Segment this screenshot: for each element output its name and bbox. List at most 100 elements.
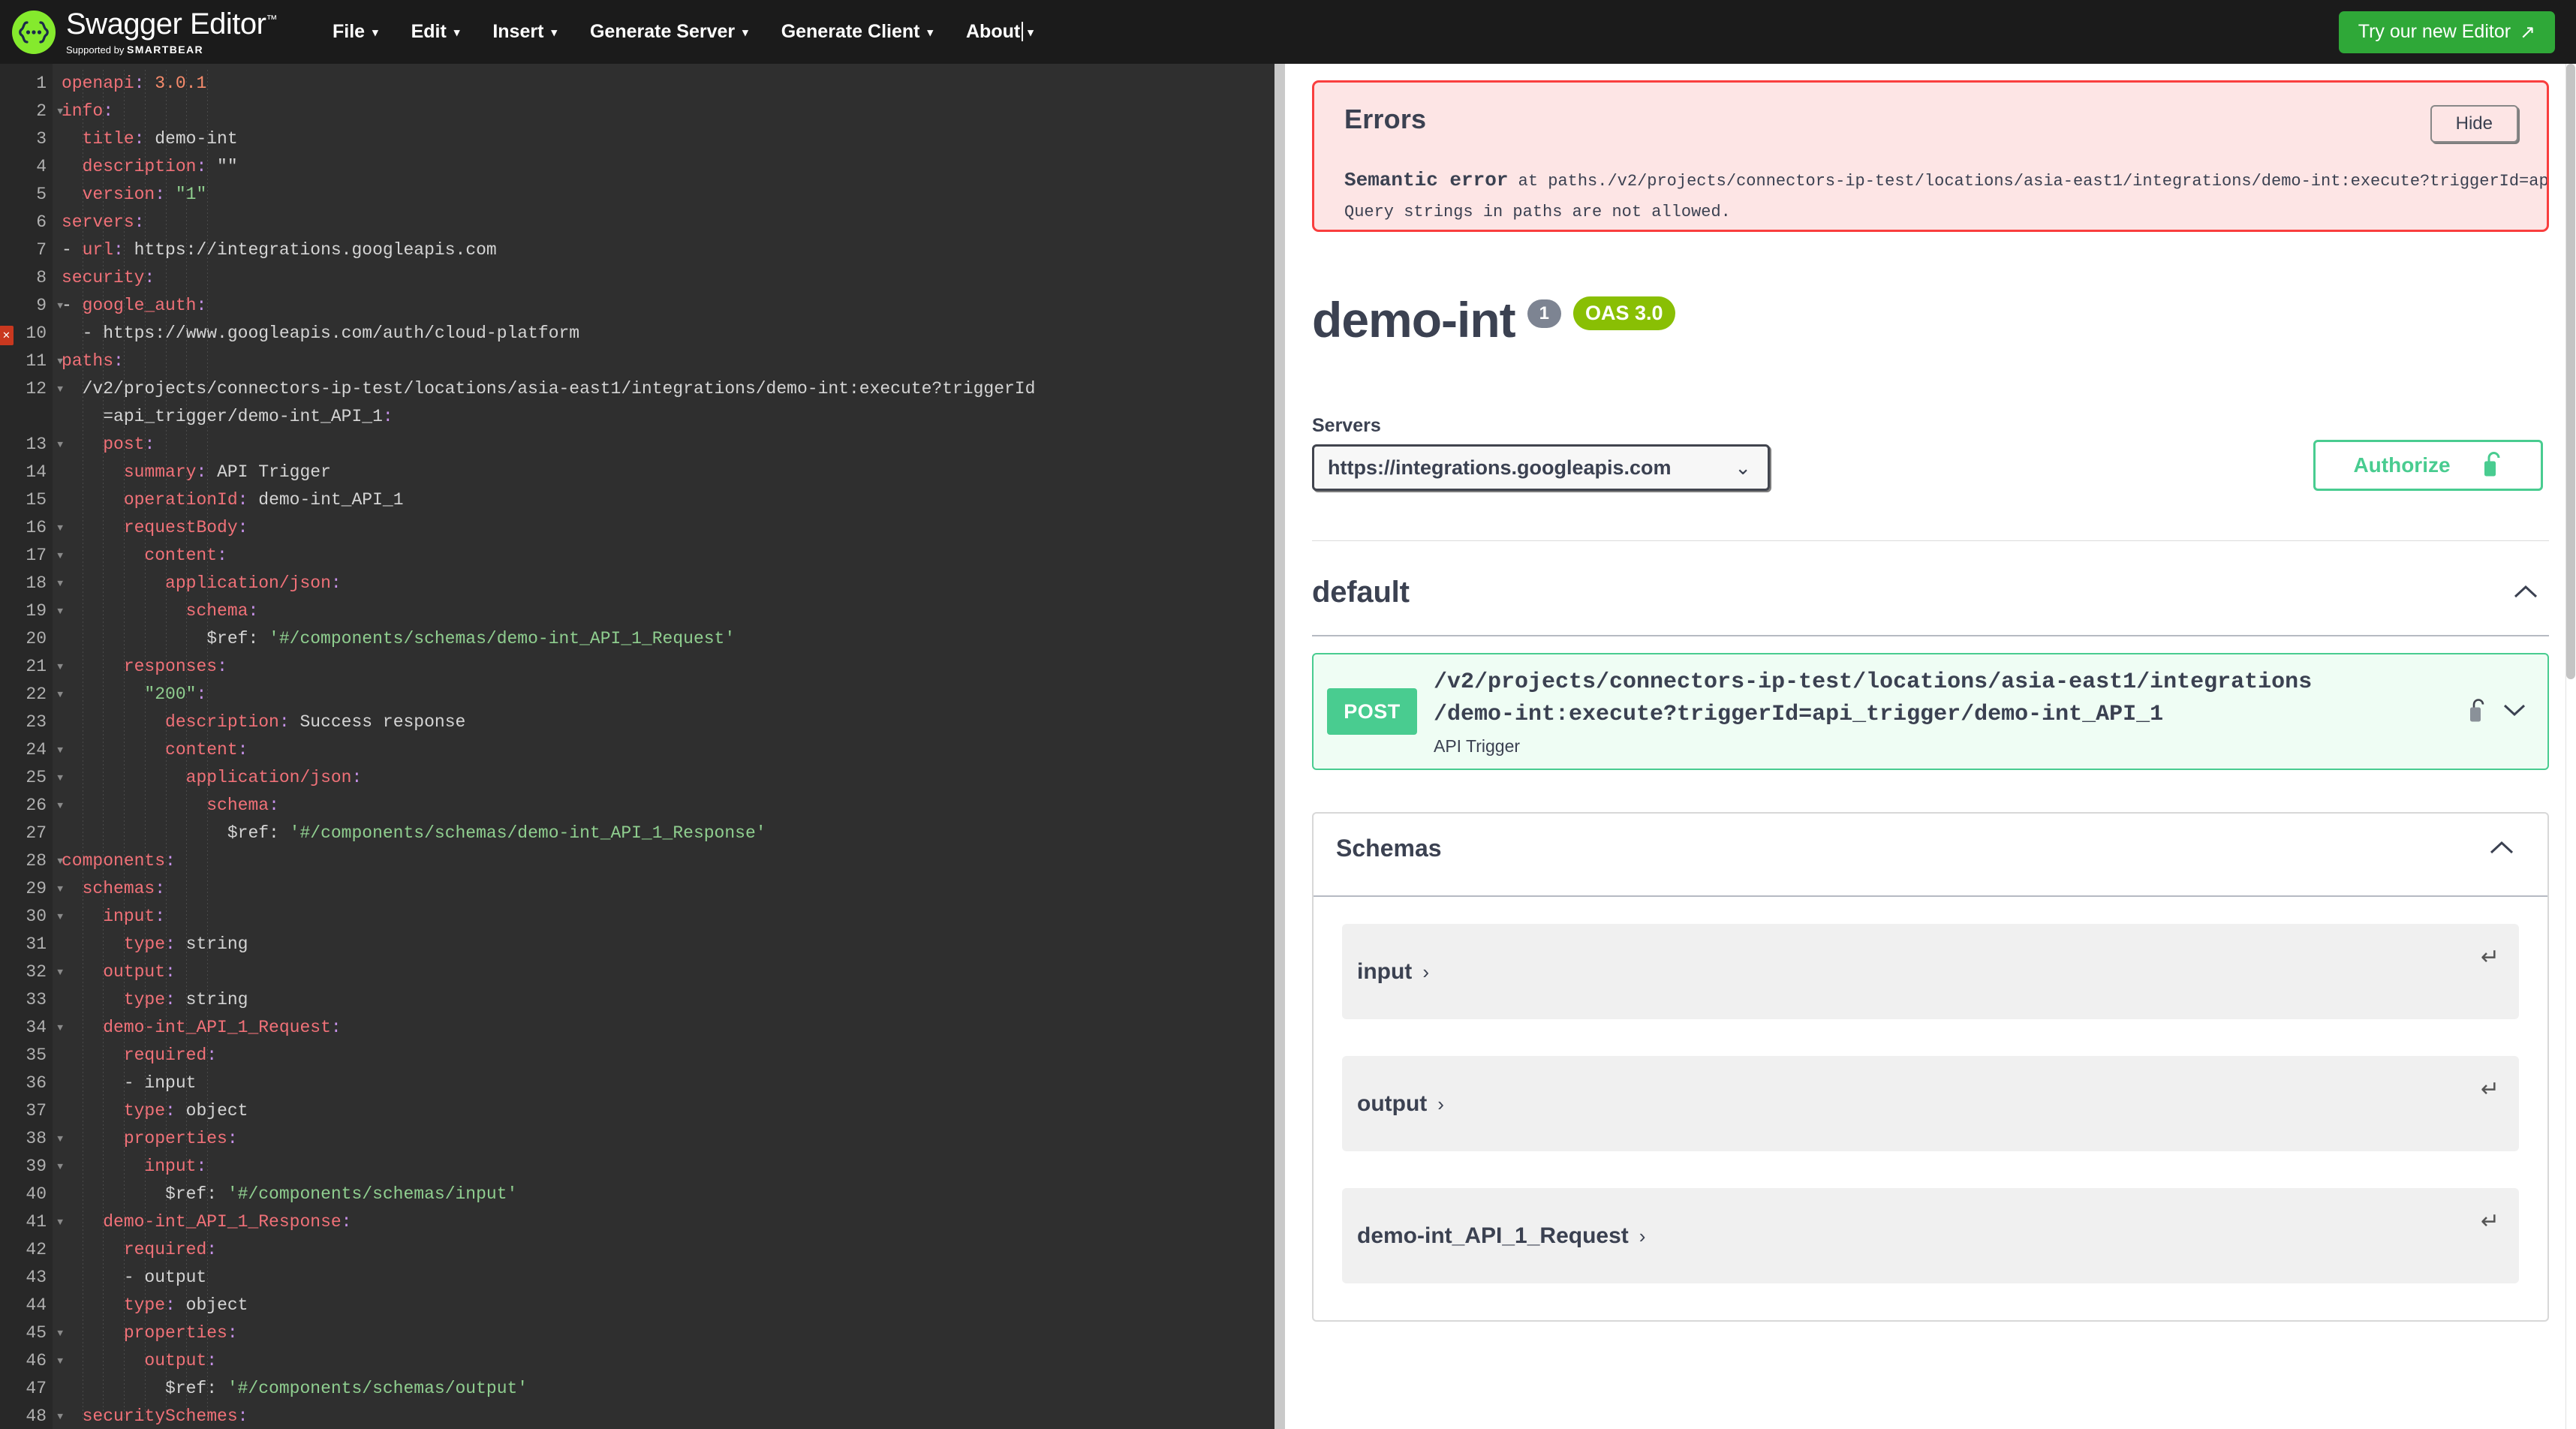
editor-code-line[interactable]: - url: https://integrations.googleapis.c… xyxy=(62,236,1274,264)
error-message-line: Semantic error at paths./v2/projects/con… xyxy=(1344,168,2547,193)
editor-code-line[interactable]: paths: xyxy=(62,347,1274,375)
editor-code-line[interactable]: securitySchemes: xyxy=(62,1403,1274,1429)
editor-line-number: 8 xyxy=(36,268,47,287)
editor-code-line[interactable]: schemas: xyxy=(62,875,1274,903)
editor-code-line[interactable]: type: object xyxy=(62,1097,1274,1125)
editor-code-line[interactable]: servers: xyxy=(62,209,1274,236)
schema-row[interactable]: demo-int_API_1_Request › ↵ xyxy=(1342,1188,2519,1284)
schema-name: input › xyxy=(1357,959,1429,985)
editor-code-line[interactable]: input: xyxy=(62,903,1274,931)
preview-scrollbar[interactable] xyxy=(2565,64,2576,1429)
schema-row[interactable]: output › ↵ xyxy=(1342,1056,2519,1152)
chevron-right-icon[interactable]: › xyxy=(1437,1094,1444,1114)
editor-code-line[interactable]: output: xyxy=(62,958,1274,986)
editor-code-line[interactable]: version: "1" xyxy=(62,181,1274,209)
preview-scrollbar-thumb[interactable] xyxy=(2566,64,2575,679)
app-logo[interactable]: Swagger Editor™ Supported by SMARTBEAR xyxy=(12,9,277,55)
menu-item-about-label: About xyxy=(966,21,1024,42)
editor-code-line[interactable]: operationId: demo-int_API_1 xyxy=(62,486,1274,514)
editor-code-line[interactable]: properties: xyxy=(62,1319,1274,1347)
hide-errors-button[interactable]: Hide xyxy=(2430,105,2518,143)
editor-code-line[interactable]: content: xyxy=(62,542,1274,570)
editor-code-line[interactable]: - input xyxy=(62,1069,1274,1097)
editor-code-line[interactable]: $ref: '#/components/schemas/demo-int_API… xyxy=(62,820,1274,847)
chevron-right-icon[interactable]: › xyxy=(1422,962,1429,982)
schemas-section-header[interactable]: Schemas xyxy=(1314,814,2547,898)
editor-line-number: 38 ▼ xyxy=(0,1125,63,1153)
jump-to-line-link[interactable]: Jump to line 12 xyxy=(1344,231,1493,233)
editor-line-number: 23 xyxy=(26,712,47,732)
editor-line-number: 16 ▼ xyxy=(0,514,63,542)
editor-code-line[interactable]: type: object xyxy=(62,1292,1274,1319)
operation-post[interactable]: POST /v2/projects/connectors-ip-test/loc… xyxy=(1312,653,2549,771)
editor-code-line[interactable]: "200": xyxy=(62,681,1274,708)
menu-item-about[interactable]: About ▾ xyxy=(949,14,1050,50)
server-select[interactable]: https://integrations.googleapis.com ⌄ xyxy=(1312,444,1770,491)
editor-code-line[interactable]: type: string xyxy=(62,986,1274,1014)
menu-item-insert-label: Insert xyxy=(492,21,544,42)
chevron-right-icon[interactable]: › xyxy=(1639,1226,1646,1246)
editor-line-number: 43 xyxy=(26,1268,47,1287)
editor-code-line[interactable]: responses: xyxy=(62,653,1274,681)
editor-code-line[interactable]: summary: API Trigger xyxy=(62,459,1274,486)
editor-code-line[interactable]: components: xyxy=(62,847,1274,875)
editor-code-line[interactable]: requestBody: xyxy=(62,514,1274,542)
main-split-view: 1 2 ▼ 3 4 5 6 7 8 9 ▼ 10 11 ▼ 12 ▼ 13 ▼ 14 15 16 ▼ 17 ▼ 18 ▼ 19 ▼ 20… xyxy=(0,64,2576,1429)
editor-code-line[interactable]: $ref: '#/components/schemas/demo-int_API… xyxy=(62,625,1274,653)
menu-item-insert[interactable]: Insert ▾ xyxy=(476,14,573,50)
editor-code-line[interactable]: type: string xyxy=(62,931,1274,958)
menu-item-generate-client[interactable]: Generate Client ▾ xyxy=(765,14,949,50)
editor-code-line[interactable]: demo-int_API_1_Request: xyxy=(62,1014,1274,1042)
editor-line-number: 17 ▼ xyxy=(0,542,63,570)
editor-code-line[interactable]: required: xyxy=(62,1236,1274,1264)
editor-code-line[interactable]: output: xyxy=(62,1347,1274,1375)
editor-code-line[interactable]: security: xyxy=(62,264,1274,292)
editor-code-area[interactable]: openapi: 3.0.1 info: title: demo-int desc… xyxy=(53,64,1274,1429)
editor-code-line[interactable]: description: Success response xyxy=(62,708,1274,736)
pane-splitter-handle[interactable] xyxy=(1274,64,1285,1429)
editor-code-line[interactable]: schema: xyxy=(62,597,1274,625)
tag-section-header[interactable]: default xyxy=(1312,576,2549,636)
editor-code-line[interactable]: content: xyxy=(62,736,1274,764)
menu-item-file[interactable]: File ▾ xyxy=(316,14,395,50)
try-new-editor-button[interactable]: Try our new Editor ↗ xyxy=(2338,11,2555,53)
authorize-button[interactable]: Authorize xyxy=(2313,440,2543,491)
editor-code-line[interactable]: application/json: xyxy=(62,764,1274,792)
editor-code-line[interactable]: description: "" xyxy=(62,153,1274,181)
editor-line-number: 24 ▼ xyxy=(0,736,63,764)
editor-code-line[interactable]: - google_auth: xyxy=(62,292,1274,320)
schema-name-label: demo-int_API_1_Request xyxy=(1357,1223,1629,1248)
chevron-up-icon[interactable] xyxy=(2513,582,2538,604)
chevron-down-icon: ▾ xyxy=(742,26,748,39)
editor-code-line[interactable]: properties: xyxy=(62,1125,1274,1153)
schemas-section: Schemas input › ↵ output › ↵ demo-int_API_1_Re… xyxy=(1312,812,2549,1322)
yaml-code-editor[interactable]: 1 2 ▼ 3 4 5 6 7 8 9 ▼ 10 11 ▼ 12 ▼ 13 ▼ 14 15 16 ▼ 17 ▼ 18 ▼ 19 ▼ 20… xyxy=(0,64,1274,1429)
editor-code-line[interactable]: demo-int_API_1_Response: xyxy=(62,1208,1274,1236)
editor-code-line[interactable]: openapi: 3.0.1 xyxy=(62,70,1274,98)
editor-code-line[interactable]: $ref: '#/components/schemas/input' xyxy=(62,1181,1274,1208)
chevron-down-icon[interactable] xyxy=(2502,702,2526,721)
editor-line-number: 34 ▼ xyxy=(0,1014,63,1042)
editor-code-line[interactable]: required: xyxy=(62,1042,1274,1069)
menu-item-generate-server[interactable]: Generate Server ▾ xyxy=(573,14,765,50)
chevron-up-icon[interactable] xyxy=(2489,838,2514,860)
editor-code-line[interactable]: - https://www.googleapis.com/auth/cloud-… xyxy=(62,320,1274,347)
editor-code-line[interactable]: schema: xyxy=(62,792,1274,820)
error-marker-icon[interactable]: ✕ xyxy=(0,326,14,345)
editor-code-line[interactable]: =api_trigger/demo-int_API_1: xyxy=(62,403,1274,431)
unlock-icon[interactable] xyxy=(2469,697,2487,727)
expand-return-icon[interactable]: ↵ xyxy=(2481,1211,2499,1233)
schema-row[interactable]: input › ↵ xyxy=(1342,924,2519,1020)
editor-line-number: 9 ▼ xyxy=(0,292,63,320)
editor-code-line[interactable]: application/json: xyxy=(62,570,1274,597)
editor-code-line[interactable]: - output xyxy=(62,1264,1274,1292)
editor-code-line[interactable]: $ref: '#/components/schemas/output' xyxy=(62,1375,1274,1403)
expand-return-icon[interactable]: ↵ xyxy=(2481,1079,2499,1101)
editor-code-line[interactable]: input: xyxy=(62,1153,1274,1181)
menu-item-edit[interactable]: Edit ▾ xyxy=(395,14,477,50)
editor-code-line[interactable]: post: xyxy=(62,431,1274,459)
editor-code-line[interactable]: /v2/projects/connectors-ip-test/location… xyxy=(62,375,1274,403)
expand-return-icon[interactable]: ↵ xyxy=(2481,946,2499,969)
editor-code-line[interactable]: info: xyxy=(62,98,1274,125)
editor-code-line[interactable]: title: demo-int xyxy=(62,125,1274,153)
